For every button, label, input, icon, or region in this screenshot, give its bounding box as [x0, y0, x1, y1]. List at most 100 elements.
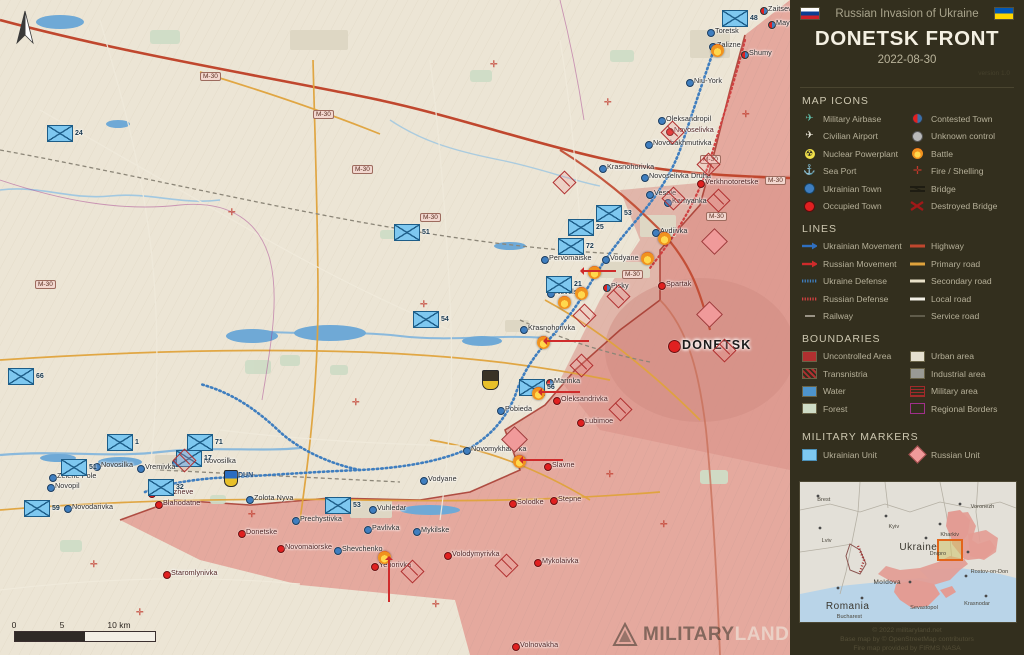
town-marker[interactable]	[520, 326, 528, 334]
solid-swatch-swatch	[802, 385, 817, 397]
town-marker[interactable]	[509, 500, 517, 508]
town-marker[interactable]	[64, 505, 72, 513]
town-marker[interactable]	[371, 563, 379, 571]
town-marker[interactable]	[768, 21, 776, 29]
town-marker[interactable]	[697, 180, 705, 188]
ukrainian-unit-marker[interactable]	[61, 459, 87, 476]
battle-icon[interactable]	[588, 266, 601, 279]
town-label: Solodke	[517, 497, 544, 506]
town-marker[interactable]	[550, 497, 558, 505]
ukrainian-unit-marker[interactable]	[107, 434, 133, 451]
battle-icon[interactable]	[641, 252, 654, 265]
overview-minimap[interactable]: Ukraine Romania Moldova Brest Voronezh Kyiv Lv…	[799, 481, 1017, 623]
town-marker[interactable]	[599, 165, 607, 173]
ukrainian-unit-marker[interactable]	[413, 311, 439, 328]
ukrainian-unit-marker[interactable]	[47, 125, 73, 142]
town-label: Novopil	[55, 481, 80, 490]
town-marker[interactable]	[413, 528, 421, 536]
solid-swatch-swatch	[802, 403, 817, 414]
minimap-city-label: Rostov-on-Don	[970, 568, 1009, 575]
town-label: Volodymyrivka	[452, 549, 500, 558]
legend-item-label: Ukrainian Town	[823, 183, 882, 194]
town-marker[interactable]	[686, 79, 694, 87]
ukrainian-unit-marker[interactable]	[325, 497, 351, 514]
town-marker[interactable]	[603, 284, 611, 292]
town-marker[interactable]	[334, 547, 342, 555]
legend-item: Service road	[910, 309, 1018, 324]
town-label: Staromlynivka	[171, 568, 218, 577]
town-marker[interactable]	[369, 506, 377, 514]
town-marker[interactable]	[541, 256, 549, 264]
town-marker[interactable]	[741, 51, 749, 59]
ukrainian-unit-marker[interactable]	[722, 10, 748, 27]
legend-item-label: Industrial area	[931, 368, 986, 379]
town-marker[interactable]	[420, 477, 428, 485]
town-label: Prechystivka	[300, 514, 342, 523]
town-marker[interactable]	[641, 174, 649, 182]
town-marker[interactable]	[658, 282, 666, 290]
town-marker[interactable]	[577, 419, 585, 427]
legend-item: Ukrainian Town	[802, 181, 910, 196]
ukrainian-unit-marker[interactable]	[558, 238, 584, 255]
solid-line-swatch	[910, 278, 925, 284]
town-marker[interactable]	[277, 545, 285, 553]
battle-icon[interactable]	[575, 287, 588, 300]
town-label: Niu-York	[694, 76, 723, 85]
town-marker[interactable]	[553, 397, 561, 405]
town-marker[interactable]	[155, 501, 163, 509]
dotted-line-swatch	[802, 278, 817, 284]
city-marker-donetsk[interactable]	[668, 340, 681, 353]
town-marker[interactable]	[602, 256, 610, 264]
legend-item-label: Regional Borders	[931, 403, 998, 414]
town-label: Novoselivka Druha	[649, 171, 712, 180]
town-marker[interactable]	[137, 465, 145, 473]
town-marker[interactable]	[760, 7, 768, 15]
ukrainian-unit-marker[interactable]	[148, 479, 174, 496]
town-marker[interactable]	[707, 29, 715, 37]
credit-line-3: Fire map provided by FIRMS NASA	[853, 645, 961, 652]
credit-line-2: Base map by © OpenStreetMap contributors	[840, 636, 974, 643]
map-canvas[interactable]: DONETSK ToretskZaitseveMayorskZalizneShu…	[0, 0, 790, 655]
town-marker[interactable]	[444, 552, 452, 560]
solid-swatch-swatch	[910, 368, 925, 379]
ukrainian-unit-marker[interactable]	[187, 434, 213, 451]
rail-line-swatch	[802, 313, 817, 319]
town-marker[interactable]	[645, 141, 653, 149]
town-marker[interactable]	[497, 407, 505, 415]
town-marker[interactable]	[47, 484, 55, 492]
battle-icon[interactable]	[658, 232, 671, 245]
town-marker[interactable]	[646, 191, 654, 199]
section-boundaries: BOUNDARIES Uncontrolled Area Urban area Tr…	[790, 326, 1024, 419]
ukrainian-unit-marker[interactable]	[8, 368, 34, 385]
ukrainian-unit-marker[interactable]	[596, 205, 622, 222]
legend-item-label: Military area	[931, 386, 978, 396]
town-marker[interactable]	[544, 463, 552, 471]
minimap-city-label: Kharkiv	[940, 532, 960, 539]
battle-icon[interactable]	[558, 296, 571, 309]
town-label: Vuhledar	[377, 503, 407, 512]
bridge-icon-swatch	[910, 185, 925, 193]
ukrainian-unit-marker[interactable]	[24, 500, 50, 517]
fire-shelling-icon: ✛	[432, 599, 440, 609]
town-marker[interactable]	[534, 559, 542, 567]
town-marker[interactable]	[463, 447, 471, 455]
contested-town-icon-swatch	[910, 113, 925, 124]
ukrainian-unit-marker[interactable]	[568, 219, 594, 236]
battle-icon[interactable]	[711, 44, 724, 57]
town-marker[interactable]	[246, 496, 254, 504]
minimap-city-label: Voronezh	[970, 504, 995, 511]
ukrainian-unit-marker[interactable]	[394, 224, 420, 241]
town-marker[interactable]	[512, 643, 520, 651]
ukrainian-unit-marker[interactable]	[546, 276, 572, 293]
legend-item: Uncontrolled Area	[802, 349, 910, 364]
town-marker[interactable]	[658, 117, 666, 125]
watermark-light: LAND	[734, 624, 790, 645]
town-marker[interactable]	[292, 517, 300, 525]
town-marker[interactable]	[238, 530, 246, 538]
legend-item: Unknown control	[910, 129, 1018, 144]
town-marker[interactable]	[163, 571, 171, 579]
town-label: Novodarivka	[72, 502, 114, 511]
ukrainian-town-icon-swatch	[802, 183, 817, 194]
town-marker[interactable]	[364, 526, 372, 534]
minimap-city-label: Brest	[817, 497, 831, 504]
